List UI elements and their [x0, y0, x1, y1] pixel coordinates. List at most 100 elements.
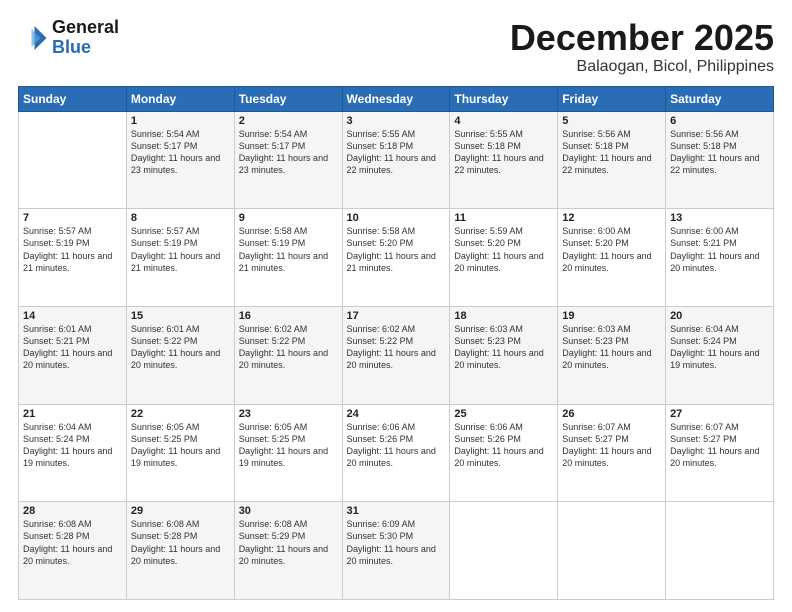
- sunset-text: Sunset: 5:18 PM: [454, 140, 553, 152]
- day-info: Sunrise: 6:06 AM Sunset: 5:26 PM Dayligh…: [454, 421, 553, 470]
- title-block: December 2025 Balaogan, Bicol, Philippin…: [510, 18, 774, 76]
- day-info: Sunrise: 6:04 AM Sunset: 5:24 PM Dayligh…: [670, 323, 769, 372]
- sunset-text: Sunset: 5:19 PM: [23, 237, 122, 249]
- calendar-day-cell: 5 Sunrise: 5:56 AM Sunset: 5:18 PM Dayli…: [558, 111, 666, 209]
- sunset-text: Sunset: 5:23 PM: [454, 335, 553, 347]
- calendar-week-row: 1 Sunrise: 5:54 AM Sunset: 5:17 PM Dayli…: [19, 111, 774, 209]
- sunrise-text: Sunrise: 6:01 AM: [131, 323, 230, 335]
- sunset-text: Sunset: 5:19 PM: [131, 237, 230, 249]
- day-number: 17: [347, 310, 446, 322]
- daylight-text: Daylight: 11 hours and 20 minutes.: [347, 445, 446, 469]
- sunset-text: Sunset: 5:22 PM: [131, 335, 230, 347]
- daylight-text: Daylight: 11 hours and 21 minutes.: [239, 250, 338, 274]
- day-info: Sunrise: 5:58 AM Sunset: 5:20 PM Dayligh…: [347, 225, 446, 274]
- sunset-text: Sunset: 5:26 PM: [454, 433, 553, 445]
- sunrise-text: Sunrise: 6:05 AM: [239, 421, 338, 433]
- calendar-day-cell: [19, 111, 127, 209]
- day-info: Sunrise: 5:57 AM Sunset: 5:19 PM Dayligh…: [131, 225, 230, 274]
- daylight-text: Daylight: 11 hours and 19 minutes.: [131, 445, 230, 469]
- calendar-day-cell: 13 Sunrise: 6:00 AM Sunset: 5:21 PM Dayl…: [666, 209, 774, 307]
- day-number: 24: [347, 408, 446, 420]
- day-number: 15: [131, 310, 230, 322]
- calendar-day-cell: 11 Sunrise: 5:59 AM Sunset: 5:20 PM Dayl…: [450, 209, 558, 307]
- sunset-text: Sunset: 5:24 PM: [670, 335, 769, 347]
- daylight-text: Daylight: 11 hours and 20 minutes.: [239, 543, 338, 567]
- sunrise-text: Sunrise: 6:08 AM: [131, 518, 230, 530]
- sunrise-text: Sunrise: 6:01 AM: [23, 323, 122, 335]
- calendar-day-cell: 3 Sunrise: 5:55 AM Sunset: 5:18 PM Dayli…: [342, 111, 450, 209]
- sunrise-text: Sunrise: 5:55 AM: [454, 128, 553, 140]
- day-number: 23: [239, 408, 338, 420]
- day-info: Sunrise: 5:57 AM Sunset: 5:19 PM Dayligh…: [23, 225, 122, 274]
- calendar-week-row: 7 Sunrise: 5:57 AM Sunset: 5:19 PM Dayli…: [19, 209, 774, 307]
- sunset-text: Sunset: 5:18 PM: [670, 140, 769, 152]
- sunset-text: Sunset: 5:20 PM: [347, 237, 446, 249]
- day-info: Sunrise: 5:55 AM Sunset: 5:18 PM Dayligh…: [454, 128, 553, 177]
- calendar-day-cell: 24 Sunrise: 6:06 AM Sunset: 5:26 PM Dayl…: [342, 404, 450, 502]
- day-info: Sunrise: 5:56 AM Sunset: 5:18 PM Dayligh…: [562, 128, 661, 177]
- calendar-day-cell: 18 Sunrise: 6:03 AM Sunset: 5:23 PM Dayl…: [450, 306, 558, 404]
- calendar-day-cell: 1 Sunrise: 5:54 AM Sunset: 5:17 PM Dayli…: [126, 111, 234, 209]
- calendar-day-cell: 29 Sunrise: 6:08 AM Sunset: 5:28 PM Dayl…: [126, 502, 234, 600]
- day-number: 30: [239, 505, 338, 517]
- day-number: 3: [347, 115, 446, 127]
- calendar-day-cell: 15 Sunrise: 6:01 AM Sunset: 5:22 PM Dayl…: [126, 306, 234, 404]
- sunset-text: Sunset: 5:27 PM: [562, 433, 661, 445]
- sunrise-text: Sunrise: 5:56 AM: [670, 128, 769, 140]
- day-number: 12: [562, 212, 661, 224]
- calendar-day-cell: 7 Sunrise: 5:57 AM Sunset: 5:19 PM Dayli…: [19, 209, 127, 307]
- calendar-day-cell: 27 Sunrise: 6:07 AM Sunset: 5:27 PM Dayl…: [666, 404, 774, 502]
- sunset-text: Sunset: 5:27 PM: [670, 433, 769, 445]
- day-number: 7: [23, 212, 122, 224]
- day-of-week-header: Wednesday: [342, 86, 450, 111]
- day-number: 18: [454, 310, 553, 322]
- sunset-text: Sunset: 5:19 PM: [239, 237, 338, 249]
- day-of-week-header: Thursday: [450, 86, 558, 111]
- day-number: 10: [347, 212, 446, 224]
- calendar-table: SundayMondayTuesdayWednesdayThursdayFrid…: [18, 86, 774, 600]
- day-number: 27: [670, 408, 769, 420]
- daylight-text: Daylight: 11 hours and 20 minutes.: [347, 347, 446, 371]
- calendar-day-cell: 30 Sunrise: 6:08 AM Sunset: 5:29 PM Dayl…: [234, 502, 342, 600]
- day-info: Sunrise: 6:02 AM Sunset: 5:22 PM Dayligh…: [239, 323, 338, 372]
- daylight-text: Daylight: 11 hours and 20 minutes.: [239, 347, 338, 371]
- calendar-day-cell: 14 Sunrise: 6:01 AM Sunset: 5:21 PM Dayl…: [19, 306, 127, 404]
- sunrise-text: Sunrise: 6:06 AM: [454, 421, 553, 433]
- calendar-header-row: SundayMondayTuesdayWednesdayThursdayFrid…: [19, 86, 774, 111]
- day-number: 21: [23, 408, 122, 420]
- daylight-text: Daylight: 11 hours and 22 minutes.: [670, 152, 769, 176]
- daylight-text: Daylight: 11 hours and 19 minutes.: [670, 347, 769, 371]
- daylight-text: Daylight: 11 hours and 20 minutes.: [454, 347, 553, 371]
- logo-icon: [18, 23, 48, 53]
- calendar-subtitle: Balaogan, Bicol, Philippines: [510, 58, 774, 76]
- day-number: 20: [670, 310, 769, 322]
- daylight-text: Daylight: 11 hours and 20 minutes.: [347, 543, 446, 567]
- sunset-text: Sunset: 5:18 PM: [562, 140, 661, 152]
- day-of-week-header: Sunday: [19, 86, 127, 111]
- calendar-day-cell: 2 Sunrise: 5:54 AM Sunset: 5:17 PM Dayli…: [234, 111, 342, 209]
- day-of-week-header: Tuesday: [234, 86, 342, 111]
- calendar-day-cell: 17 Sunrise: 6:02 AM Sunset: 5:22 PM Dayl…: [342, 306, 450, 404]
- calendar-day-cell: 28 Sunrise: 6:08 AM Sunset: 5:28 PM Dayl…: [19, 502, 127, 600]
- daylight-text: Daylight: 11 hours and 22 minutes.: [562, 152, 661, 176]
- day-info: Sunrise: 6:00 AM Sunset: 5:20 PM Dayligh…: [562, 225, 661, 274]
- daylight-text: Daylight: 11 hours and 23 minutes.: [131, 152, 230, 176]
- sunset-text: Sunset: 5:24 PM: [23, 433, 122, 445]
- day-number: 28: [23, 505, 122, 517]
- day-info: Sunrise: 5:54 AM Sunset: 5:17 PM Dayligh…: [239, 128, 338, 177]
- sunrise-text: Sunrise: 6:03 AM: [562, 323, 661, 335]
- sunset-text: Sunset: 5:29 PM: [239, 530, 338, 542]
- sunrise-text: Sunrise: 5:56 AM: [562, 128, 661, 140]
- sunrise-text: Sunrise: 5:54 AM: [239, 128, 338, 140]
- day-info: Sunrise: 6:05 AM Sunset: 5:25 PM Dayligh…: [131, 421, 230, 470]
- daylight-text: Daylight: 11 hours and 20 minutes.: [131, 543, 230, 567]
- sunset-text: Sunset: 5:20 PM: [562, 237, 661, 249]
- sunrise-text: Sunrise: 6:00 AM: [562, 225, 661, 237]
- day-info: Sunrise: 6:00 AM Sunset: 5:21 PM Dayligh…: [670, 225, 769, 274]
- sunset-text: Sunset: 5:28 PM: [131, 530, 230, 542]
- day-number: 6: [670, 115, 769, 127]
- sunrise-text: Sunrise: 6:07 AM: [670, 421, 769, 433]
- day-number: 19: [562, 310, 661, 322]
- day-number: 9: [239, 212, 338, 224]
- page: General Blue December 2025 Balaogan, Bic…: [0, 0, 792, 612]
